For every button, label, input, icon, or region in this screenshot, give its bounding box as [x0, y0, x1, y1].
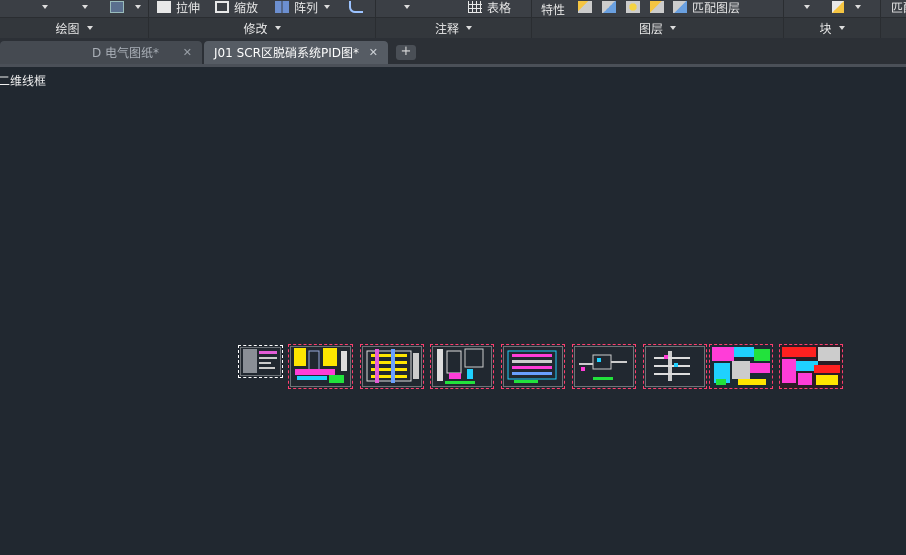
layer-tool-3[interactable] [626, 0, 645, 14]
drawing-sheet[interactable] [501, 344, 565, 389]
panel-divider [783, 0, 784, 38]
panel-layers-label: 图层 [638, 21, 663, 36]
panel-modify-label: 修改 [243, 21, 268, 36]
layer-tool-2[interactable] [602, 0, 621, 14]
chevron-down-icon [804, 5, 810, 9]
array-icon [275, 1, 289, 13]
tab-scr-pid-drawing[interactable]: J01 SCR区脱硝系统PID图* ✕ [204, 41, 388, 64]
panel-divider [531, 0, 532, 38]
layer-lock-icon [650, 1, 664, 13]
chevron-down-icon [82, 5, 88, 9]
panel-annotation-label: 注释 [434, 21, 459, 36]
drawing-sheet[interactable] [572, 344, 636, 389]
panel-divider [148, 0, 149, 38]
panel-draw-title[interactable]: 绘图 [0, 18, 148, 38]
chevron-down-icon [670, 26, 676, 30]
match-properties-button[interactable]: 匹配 [891, 0, 906, 15]
layer-properties-button[interactable]: 特性 [541, 2, 566, 17]
new-tab-button[interactable]: + [396, 45, 416, 60]
insert-icon [110, 1, 124, 13]
view-style-label[interactable]: 二维线框 [0, 72, 46, 89]
tab-electrical-drawing[interactable]: D 电气图纸* ✕ [0, 41, 202, 64]
panel-block-title[interactable]: 块 [784, 18, 880, 38]
drawing-sheet-content [437, 348, 484, 384]
drawing-sheet[interactable] [779, 344, 843, 389]
drawing-sheet-content [243, 349, 277, 373]
match-layer-button[interactable]: 匹配图层 [673, 0, 741, 15]
ribbon-panel-titles: 绘图 修改 注释 图层 块 [0, 17, 906, 38]
chevron-down-icon [324, 5, 331, 9]
scale-icon [215, 1, 229, 13]
chevron-down-icon [42, 5, 48, 9]
drawing-sheet[interactable] [360, 344, 424, 389]
annotation-dropdown[interactable] [398, 0, 410, 14]
layer-isolate-icon [578, 1, 592, 13]
drawing-sheet[interactable] [238, 345, 283, 378]
close-icon[interactable]: ✕ [183, 46, 192, 59]
match-layer-label: 匹配图层 [692, 0, 741, 15]
stretch-label: 拉伸 [176, 0, 201, 15]
match-properties-label: 匹配 [891, 0, 906, 15]
drawing-sheet[interactable] [288, 344, 353, 389]
fillet-icon [349, 1, 363, 13]
panel-layers-title[interactable]: 图层 [532, 18, 783, 38]
panel-block-label: 块 [819, 21, 832, 36]
drawing-sheet-content [579, 354, 627, 380]
chevron-down-icon [404, 5, 410, 9]
layer-off-icon [602, 1, 616, 13]
array-label: 阵列 [294, 0, 319, 15]
chevron-down-icon [86, 26, 93, 30]
draw-dropdown[interactable] [36, 0, 48, 14]
table-label: 表格 [487, 0, 512, 15]
close-icon[interactable]: ✕ [369, 46, 378, 59]
block-dropdown[interactable] [798, 0, 810, 14]
chevron-down-icon [838, 26, 845, 30]
layer-properties-label: 特性 [541, 2, 566, 17]
chevron-down-icon [274, 26, 281, 30]
layer-freeze-icon [626, 1, 640, 13]
drawing-sheet[interactable] [430, 344, 494, 389]
panel-modify-title[interactable]: 修改 [149, 18, 375, 38]
tab-label: D 电气图纸* [92, 46, 160, 60]
chevron-down-icon [135, 5, 141, 9]
panel-draw-label: 绘图 [55, 21, 80, 36]
draw-dropdown-2[interactable] [76, 0, 88, 14]
layer-tool-1[interactable] [578, 0, 597, 14]
drawing-sheet[interactable] [709, 344, 773, 389]
block-insert-button[interactable] [110, 0, 141, 14]
array-button[interactable]: 阵列 [275, 0, 331, 15]
drawing-sheet-content [780, 345, 842, 388]
layer-tool-4[interactable] [650, 0, 669, 14]
table-button[interactable]: 表格 [468, 0, 512, 15]
chevron-down-icon [466, 26, 472, 30]
chevron-down-icon [855, 5, 861, 9]
panel-annotation-title[interactable]: 注释 [376, 18, 531, 38]
panel-divider [375, 0, 376, 38]
tab-label: J01 SCR区脱硝系统PID图* [214, 46, 359, 60]
drawing-sheet-content [294, 348, 347, 383]
ribbon: 拉伸 缩放 阵列 表格 特性 匹配图层 匹 绘图 修改 注释 图层 块 [0, 0, 906, 38]
drawing-sheet-content [366, 349, 419, 383]
drawing-sheet[interactable] [643, 344, 707, 389]
block-edit-button[interactable] [832, 0, 861, 14]
stretch-icon [157, 1, 171, 13]
drawing-canvas[interactable]: 二维线框 [0, 67, 906, 555]
fillet-button[interactable] [349, 0, 368, 14]
block-edit-icon [832, 1, 844, 13]
document-tab-bar: D 电气图纸* ✕ J01 SCR区脱硝系统PID图* ✕ + [0, 38, 906, 64]
drawing-sheet-content [507, 350, 557, 383]
match-layer-icon [673, 1, 687, 13]
drawing-sheet-content [654, 351, 690, 381]
ribbon-tool-row: 拉伸 缩放 阵列 表格 特性 匹配图层 匹 [0, 0, 906, 17]
drawing-sheet-content [710, 345, 772, 388]
table-icon [468, 1, 482, 13]
panel-divider [880, 0, 881, 38]
scale-label: 缩放 [234, 0, 259, 15]
scale-button[interactable]: 缩放 [215, 0, 259, 15]
stretch-button[interactable]: 拉伸 [157, 0, 201, 15]
